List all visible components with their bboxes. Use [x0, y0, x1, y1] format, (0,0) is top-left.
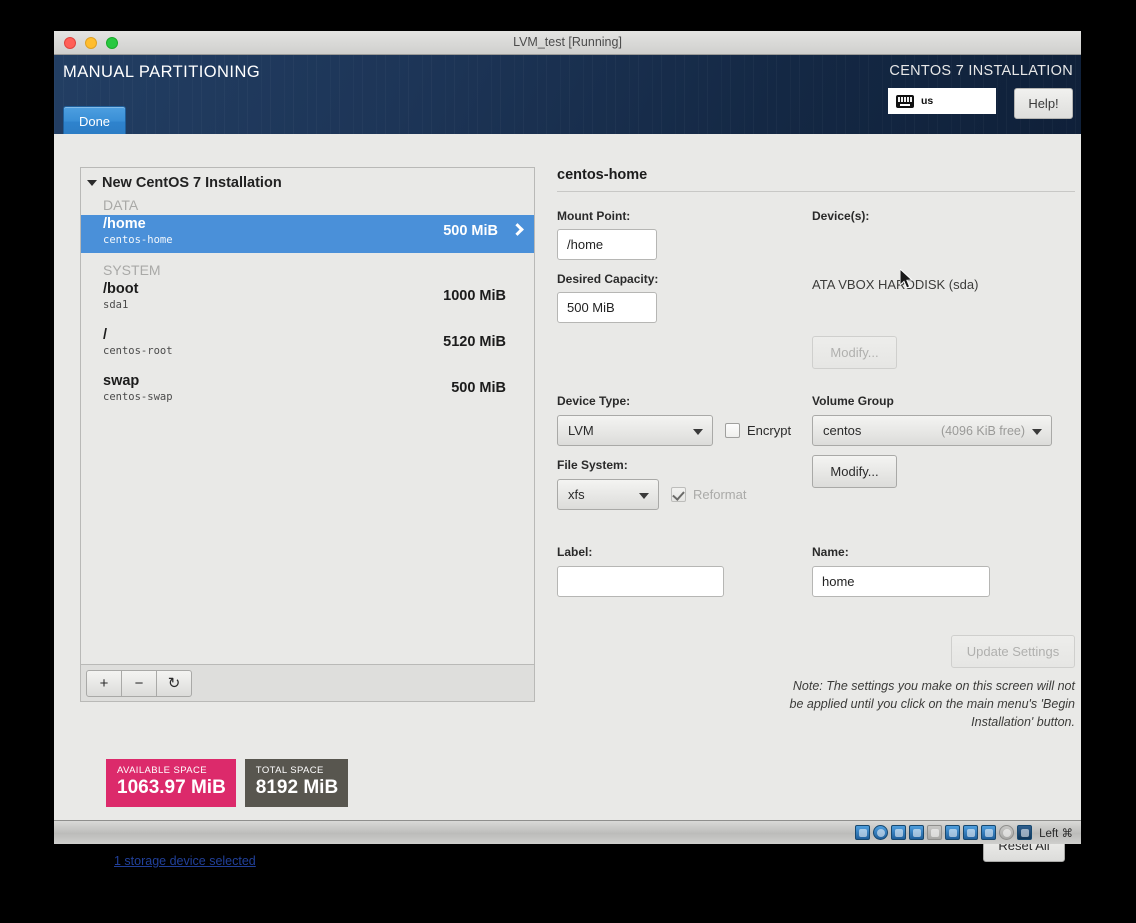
network-icon[interactable]	[891, 825, 907, 840]
remove-partition-button[interactable]: −	[121, 669, 157, 697]
encrypt-label: Encrypt	[747, 423, 792, 438]
settings-note: Note: The settings you make on this scre…	[789, 679, 1076, 729]
usb-icon[interactable]	[909, 825, 925, 840]
label-input[interactable]	[557, 566, 724, 597]
volume-group-modify-button[interactable]: Modify...	[812, 455, 898, 488]
partition-row-boot[interactable]: /boot sda1 1000 MiB	[81, 280, 534, 318]
reformat-checkbox[interactable]: Reformat	[671, 487, 746, 502]
name-input[interactable]: home	[812, 566, 991, 597]
remote-display-icon[interactable]	[963, 825, 979, 840]
add-partition-button[interactable]: +	[86, 669, 122, 697]
help-button[interactable]: Help!	[1014, 88, 1073, 119]
product-label: CENTOS 7 INSTALLATION	[889, 63, 1073, 79]
chevron-down-icon	[693, 429, 703, 435]
installer-body: New CentOS 7 Installation DATA /home cen…	[54, 134, 1081, 868]
chevron-down-icon	[1032, 429, 1043, 435]
detail-title: centos-home	[557, 167, 648, 183]
space-summary: AVAILABLE SPACE 1063.97 MiB TOTAL SPACE …	[106, 759, 349, 807]
mouse-icon[interactable]	[999, 825, 1015, 840]
total-space-value: 8192 MiB	[255, 777, 339, 798]
desired-capacity-label: Desired Capacity:	[557, 272, 659, 286]
section-header-system: SYSTEM	[103, 262, 161, 278]
available-space-caption: AVAILABLE SPACE	[117, 765, 207, 776]
vm-statusbar: Left ⌘	[54, 820, 1081, 844]
device-type-label: Device Type:	[557, 394, 631, 408]
display-icon[interactable]	[945, 825, 961, 840]
reformat-label: Reformat	[693, 487, 747, 502]
device-type-value: LVM	[568, 423, 594, 438]
partition-size: 500 MiB	[451, 380, 506, 396]
partition-row-root[interactable]: / centos-root 5120 MiB	[81, 326, 534, 364]
label-field-label: Label:	[557, 545, 593, 559]
installer-header: MANUAL PARTITIONING Done CENTOS 7 INSTAL…	[54, 55, 1081, 134]
left-column: New CentOS 7 Installation DATA /home cen…	[80, 167, 535, 868]
partition-size: 500 MiB	[443, 223, 498, 239]
virtualbox-vm-window: LVM_test [Running] MANUAL PARTITIONING D…	[54, 31, 1081, 868]
partition-list-toolbar: + − ↻	[81, 664, 534, 701]
partition-row-swap[interactable]: swap centos-swap 500 MiB	[81, 372, 534, 410]
volume-group-free-space: (4096 KiB free)	[940, 423, 1026, 438]
window-titlebar: LVM_test [Running]	[54, 31, 1081, 55]
host-key-icon[interactable]	[1017, 825, 1033, 840]
mount-point-label: Mount Point:	[557, 209, 631, 223]
optical-disk-icon[interactable]	[873, 825, 889, 840]
chevron-down-icon	[639, 493, 649, 499]
update-settings-button[interactable]: Update Settings	[951, 635, 1075, 668]
refresh-partitions-button[interactable]: ↻	[156, 669, 192, 697]
total-space-badge: TOTAL SPACE 8192 MiB	[244, 759, 349, 807]
keyboard-layout-label: us	[921, 95, 934, 107]
partition-size: 5120 MiB	[443, 334, 506, 350]
shared-folders-icon[interactable]	[927, 825, 943, 840]
storage-devices-link[interactable]: 1 storage device selected	[114, 854, 256, 868]
installation-group-label: New CentOS 7 Installation	[102, 175, 282, 191]
partition-row-home[interactable]: /home centos-home 500 MiB	[81, 215, 534, 253]
desired-capacity-input[interactable]: 500 MiB	[557, 292, 657, 323]
host-key-label: Left ⌘	[1039, 827, 1073, 840]
file-system-label: File System:	[557, 458, 628, 472]
device-name-value: ATA VBOX HARDDISK (sda)	[812, 277, 979, 292]
partition-scroll-area[interactable]: New CentOS 7 Installation DATA /home cen…	[81, 168, 534, 665]
checkbox-box	[671, 487, 686, 502]
right-column: centos-home Mount Point: /home Desired C…	[557, 167, 1076, 862]
chevron-down-icon[interactable]	[87, 180, 97, 186]
recording-icon[interactable]	[981, 825, 997, 840]
volume-group-value: centos	[823, 423, 862, 438]
available-space-badge: AVAILABLE SPACE 1063.97 MiB	[106, 759, 236, 807]
section-header-data: DATA	[103, 197, 139, 213]
name-field-label: Name:	[812, 545, 849, 559]
keyboard-layout-indicator[interactable]: us	[888, 88, 996, 114]
device-type-select[interactable]: LVM	[557, 415, 713, 446]
detail-divider	[557, 191, 1075, 192]
volume-group-label: Volume Group	[812, 394, 894, 408]
volume-group-select[interactable]: centos (4096 KiB free)	[812, 415, 1053, 446]
mount-point-input[interactable]: /home	[557, 229, 657, 260]
installation-group-header[interactable]: New CentOS 7 Installation	[81, 168, 534, 196]
partition-panel: New CentOS 7 Installation DATA /home cen…	[80, 167, 535, 702]
total-space-caption: TOTAL SPACE	[255, 765, 324, 776]
done-button[interactable]: Done	[63, 106, 126, 134]
partition-size: 1000 MiB	[443, 288, 506, 304]
file-system-select[interactable]: xfs	[557, 479, 659, 510]
window-title: LVM_test [Running]	[513, 35, 622, 49]
hard-disk-icon[interactable]	[855, 825, 871, 840]
page-title: MANUAL PARTITIONING	[63, 63, 261, 81]
devices-label: Device(s):	[812, 209, 870, 223]
keyboard-icon	[896, 94, 914, 108]
checkbox-box	[725, 423, 740, 438]
file-system-value: xfs	[568, 487, 585, 502]
devices-modify-button[interactable]: Modify...	[812, 336, 898, 369]
available-space-value: 1063.97 MiB	[117, 777, 226, 798]
encrypt-checkbox[interactable]: Encrypt	[725, 423, 791, 438]
